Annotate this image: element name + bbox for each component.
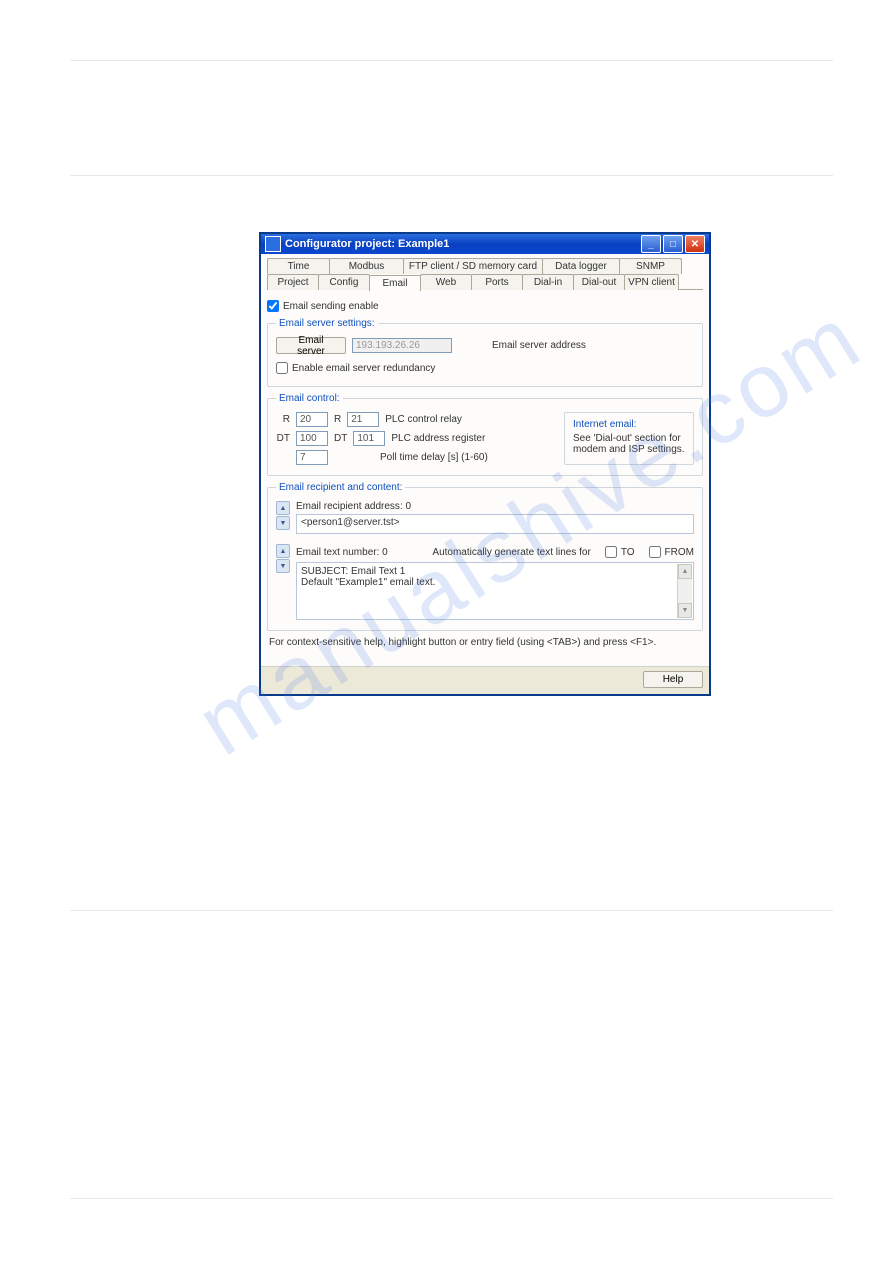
minimize-button[interactable]: _ [641,235,661,253]
redundancy-label: Enable email server redundancy [292,363,435,374]
scroll-down-icon[interactable]: ▼ [678,603,692,618]
tab-vpn[interactable]: VPN client [624,274,679,290]
tab-email[interactable]: Email [369,275,421,291]
from-checkbox[interactable] [649,546,661,558]
server-settings-group: Email server settings: Email server Emai… [267,318,703,387]
email-enable-checkbox[interactable] [267,300,279,312]
email-server-button[interactable]: Email server [276,337,346,354]
from-check-row: FROM [649,546,694,558]
dt-label-2: DT [334,433,347,444]
page-divider [70,910,833,911]
title-bar[interactable]: Configurator project: Example1 _ □ ✕ [261,234,709,254]
scroll-up-icon[interactable]: ▲ [678,564,692,579]
tab-modbus[interactable]: Modbus [329,258,404,274]
textarea-scrollbar[interactable]: ▲ ▼ [677,564,692,618]
email-enable-label: Email sending enable [283,301,379,312]
recipient-up-button[interactable]: ▲ [276,501,290,515]
dt-input-2[interactable] [353,431,385,446]
tab-config[interactable]: Config [318,274,370,290]
configurator-window: Configurator project: Example1 _ □ ✕ Tim… [260,233,710,695]
page-divider [70,175,833,176]
email-control-group: Email control: R R PLC control relay DT [267,393,703,476]
redundancy-checkbox[interactable] [276,362,288,374]
dt-desc: PLC address register [391,433,485,444]
redundancy-row: Enable email server redundancy [276,362,694,374]
tab-web[interactable]: Web [420,274,472,290]
textnum-label: Email text number: 0 [296,547,388,558]
dt-label: DT [276,433,290,444]
autogen-label: Automatically generate text lines for [432,547,590,558]
from-label: FROM [665,547,694,558]
maximize-button[interactable]: □ [663,235,683,253]
textnum-spinner: ▲ ▼ [276,544,290,573]
context-help-hint: For context-sensitive help, highlight bu… [269,637,701,648]
tab-dialout[interactable]: Dial-out [573,274,625,290]
email-body-line2: Default "Example1" email text. [301,577,689,588]
tab-snmp[interactable]: SNMP [619,258,682,274]
to-checkbox[interactable] [605,546,617,558]
dt-input-1[interactable] [296,431,328,446]
email-body-line1: SUBJECT: Email Text 1 [301,566,689,577]
textnum-down-button[interactable]: ▼ [276,559,290,573]
r-input-1[interactable] [296,412,328,427]
recipient-group: Email recipient and content: ▲ ▼ Email r… [267,482,703,631]
close-button[interactable]: ✕ [685,235,705,253]
page-divider [70,1198,833,1199]
recipient-spinner: ▲ ▼ [276,501,290,530]
email-enable-row: Email sending enable [267,300,703,312]
to-check-row: TO [605,546,635,558]
window-title: Configurator project: Example1 [285,238,449,250]
tab-panel: Email sending enable Email server settin… [267,289,703,648]
tab-datalogger[interactable]: Data logger [542,258,620,274]
tab-time[interactable]: Time [267,258,330,274]
email-server-address-input[interactable] [352,338,452,353]
internet-email-line1: See 'Dial-out' section for [573,433,685,444]
poll-desc: Poll time delay [s] (1-60) [380,452,488,463]
to-label: TO [621,547,635,558]
r-desc: PLC control relay [385,414,462,425]
app-icon [265,236,281,252]
r-input-2[interactable] [347,412,379,427]
recipient-down-button[interactable]: ▼ [276,516,290,530]
internet-email-box: Internet email: See 'Dial-out' section f… [564,412,694,465]
recipient-address-box[interactable]: <person1@server.tst> [296,514,694,534]
recipient-legend: Email recipient and content: [276,482,405,493]
window-body: Time Modbus FTP client / SD memory card … [261,254,709,666]
tab-row-upper: Time Modbus FTP client / SD memory card … [267,258,703,274]
poll-input[interactable] [296,450,328,465]
email-control-legend: Email control: [276,393,343,404]
textnum-up-button[interactable]: ▲ [276,544,290,558]
tab-row-lower: Project Config Email Web Ports Dial-in D… [267,274,703,290]
tab-dialin[interactable]: Dial-in [522,274,574,290]
help-button[interactable]: Help [643,671,703,688]
tab-project[interactable]: Project [267,274,319,290]
internet-email-line2: modem and ISP settings. [573,444,685,455]
email-text-box[interactable]: SUBJECT: Email Text 1 Default "Example1"… [296,562,694,620]
bottom-bar: Help [261,666,709,694]
page-divider [70,60,833,61]
internet-email-title: Internet email: [573,419,685,430]
recipient-address-label: Email recipient address: 0 [296,501,694,512]
r-label: R [276,414,290,425]
r-label-2: R [334,414,341,425]
tab-ports[interactable]: Ports [471,274,523,290]
tab-ftp-sd[interactable]: FTP client / SD memory card [403,258,543,274]
email-server-address-label: Email server address [492,340,586,351]
server-settings-legend: Email server settings: [276,318,378,329]
